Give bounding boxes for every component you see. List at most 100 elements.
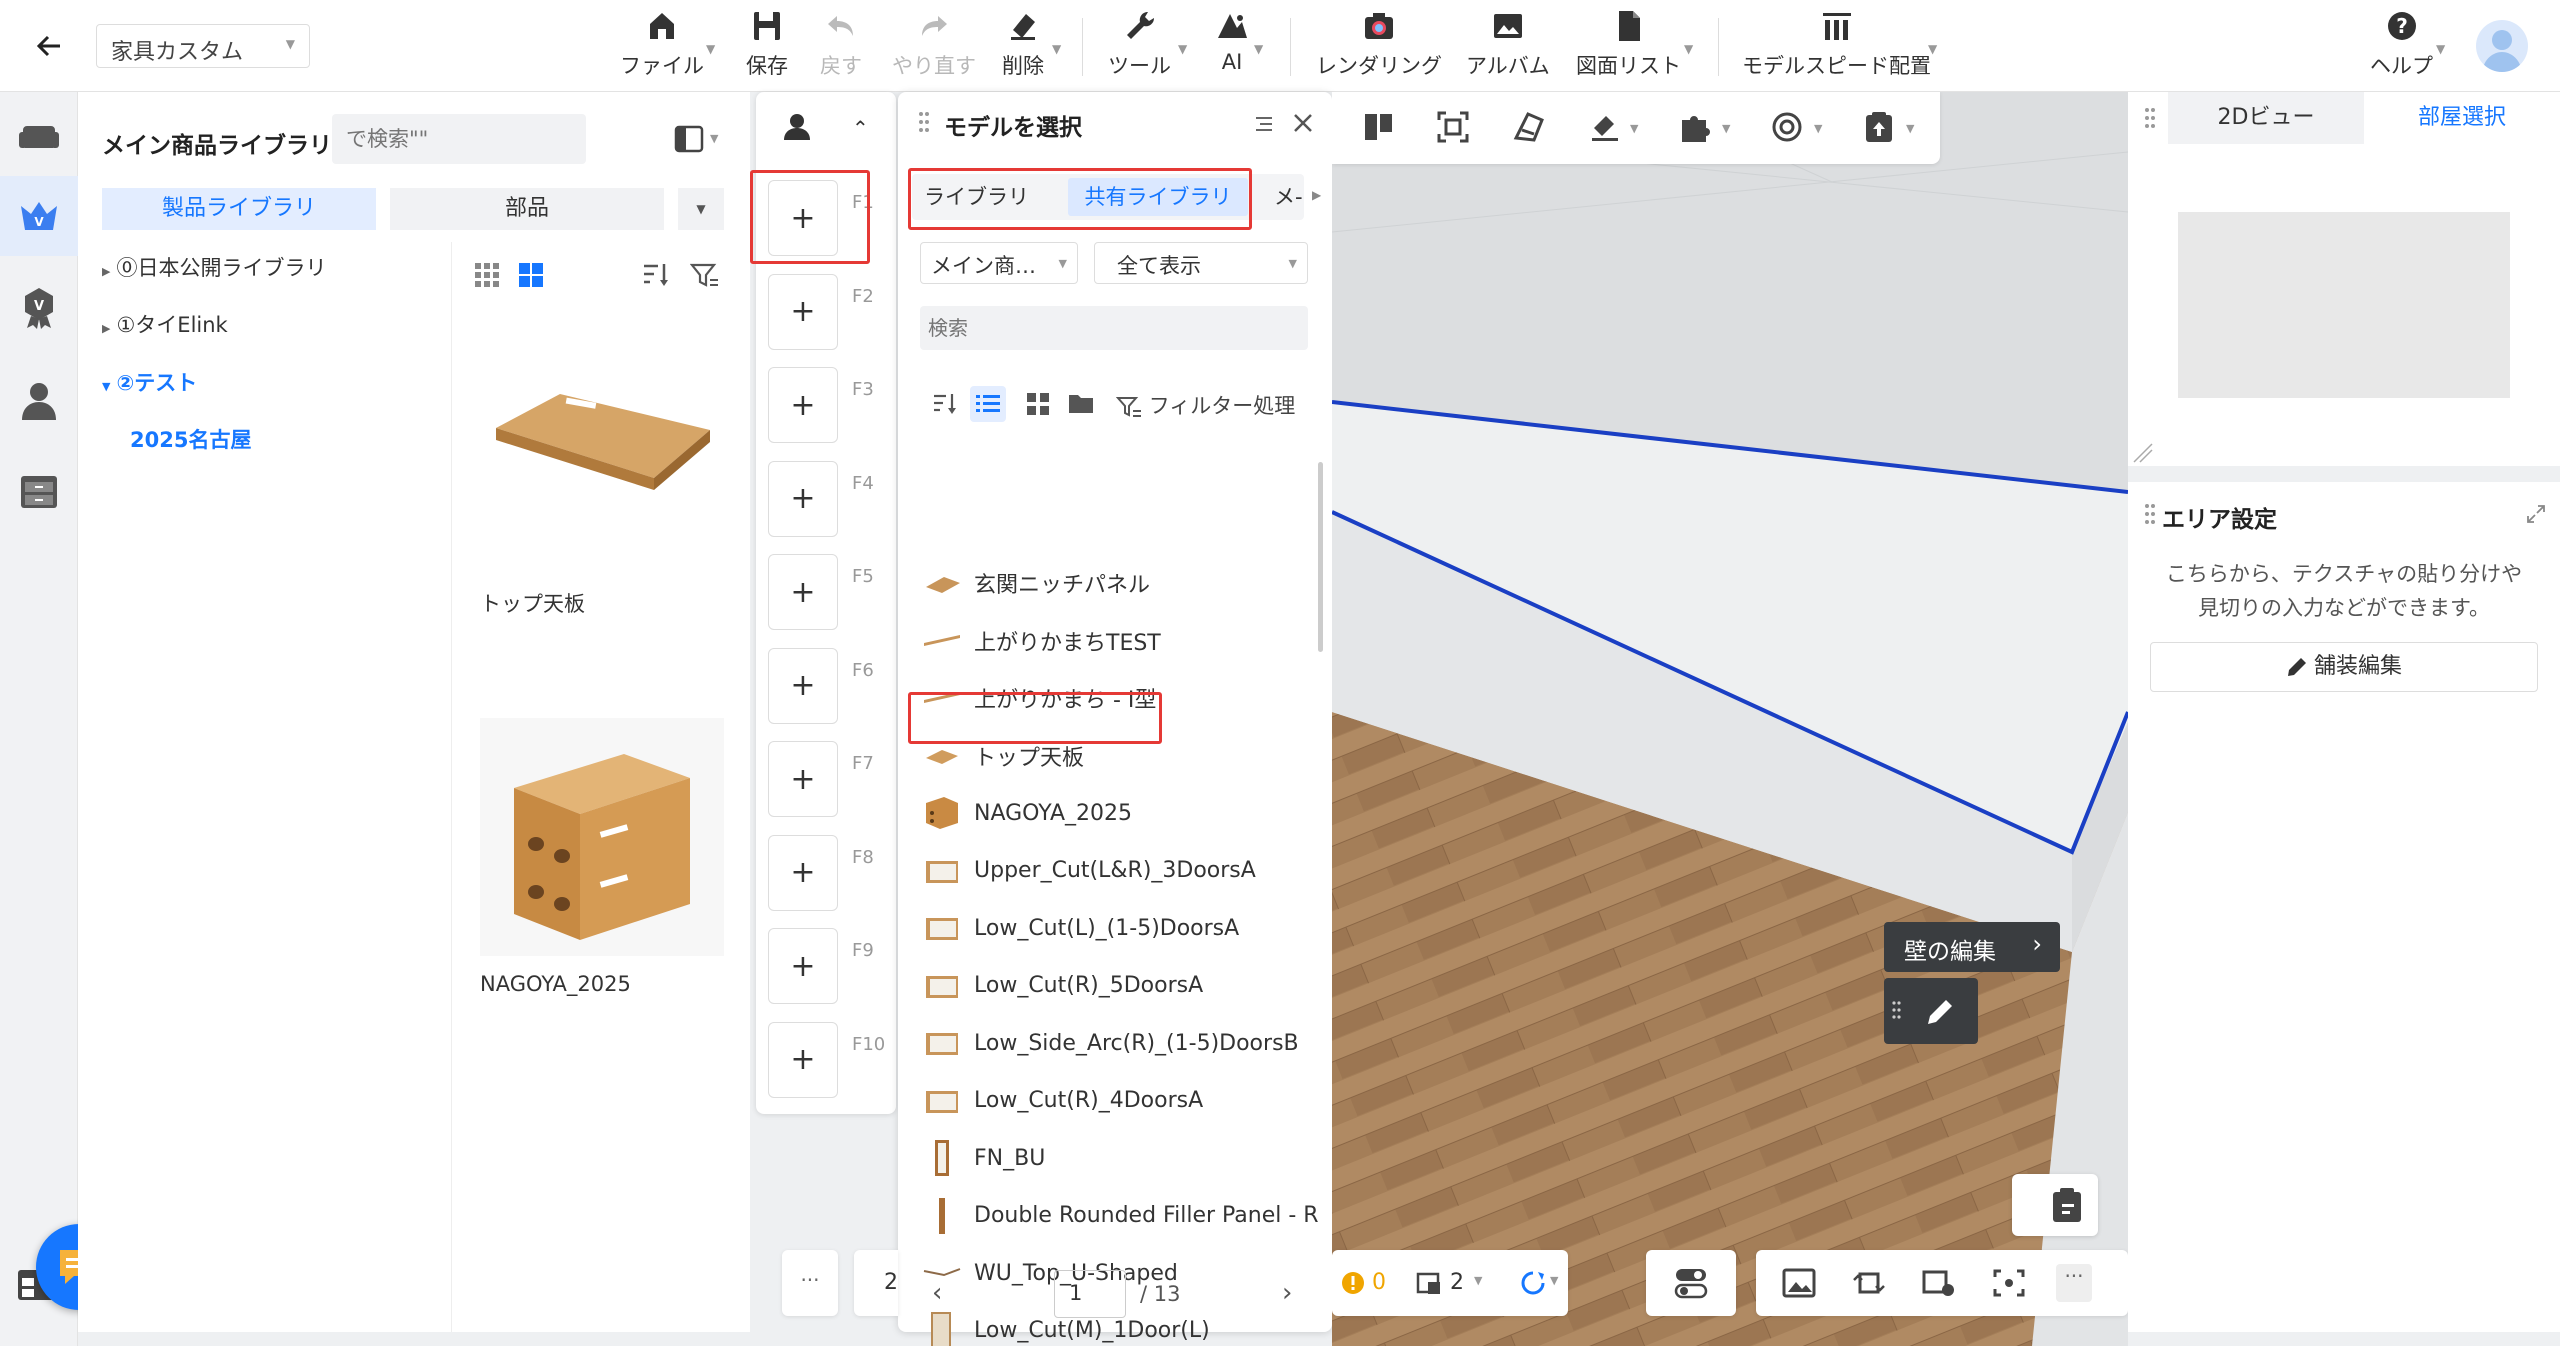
tree-item[interactable]: ▶ ①タイElink	[102, 309, 228, 339]
drag-handle-icon[interactable]	[2144, 502, 2156, 526]
drag-handle-icon[interactable]	[918, 110, 930, 136]
grid-small-icon[interactable]	[474, 262, 500, 288]
drag-handle-icon[interactable]	[2144, 106, 2156, 130]
more-icon[interactable]: ···	[782, 1250, 838, 1316]
expand-icon[interactable]	[2526, 504, 2546, 524]
folder-icon[interactable]	[1068, 392, 1094, 414]
tree-item-selected[interactable]: ▼ ②テスト	[102, 367, 197, 397]
panel-layout-icon[interactable]	[674, 124, 704, 154]
image-icon[interactable]	[1782, 1268, 1816, 1298]
fkey-add-button[interactable]: +	[768, 741, 838, 817]
model-list-item[interactable]: 上がりかまちTEST	[922, 616, 1322, 666]
chevron-up-icon[interactable]: ⌃	[852, 116, 869, 140]
clipboard-button[interactable]	[2012, 1174, 2098, 1236]
paint-icon[interactable]	[1588, 110, 1622, 144]
view-compare-icon[interactable]	[1852, 1268, 1886, 1298]
fit-view-icon[interactable]	[1436, 110, 1470, 144]
tabs-more-dropdown[interactable]: ▼	[678, 188, 724, 230]
toggle-button[interactable]	[1646, 1250, 1736, 1316]
fkey-add-button[interactable]: +	[768, 460, 838, 537]
grid-view-icon[interactable]	[1026, 392, 1050, 416]
list-menu-icon[interactable]	[1254, 114, 1274, 134]
toolbar-drawing-list-button[interactable]: 図面リスト	[1576, 8, 1681, 88]
tree-subitem[interactable]: 2025名古屋	[130, 424, 251, 454]
user-icon[interactable]	[17, 378, 61, 422]
cabinet-icon[interactable]	[17, 470, 61, 514]
more-icon[interactable]: ···	[2056, 1264, 2092, 1302]
model-search-input[interactable]	[920, 306, 1308, 350]
user-icon[interactable]	[782, 112, 812, 142]
grid-large-icon[interactable]	[518, 262, 544, 288]
toolbar-album-button[interactable]: アルバム	[1466, 8, 1550, 88]
arrow-left-icon[interactable]	[30, 26, 70, 66]
model-list-item[interactable]: NAGOYA_2025	[922, 788, 1322, 838]
library-filter-select[interactable]: メイン商… ▼	[920, 242, 1078, 284]
target-icon[interactable]	[1770, 110, 1804, 144]
toolbar-undo-button[interactable]: 戻す	[820, 8, 862, 88]
view-settings-icon[interactable]	[1922, 1268, 1956, 1298]
fkey-add-button[interactable]: +	[768, 554, 838, 630]
close-icon[interactable]	[1292, 112, 1314, 134]
puzzle-icon[interactable]	[1678, 110, 1712, 144]
fkey-add-button[interactable]: +	[768, 1021, 838, 1098]
project-select[interactable]: 家具カスタム ▼	[96, 24, 310, 68]
model-list-item[interactable]: Low_Cut(R)_4DoorsA	[922, 1076, 1322, 1126]
tab-more[interactable]: メ-	[1274, 174, 1302, 220]
toolbar-render-button[interactable]: レンダリング	[1316, 8, 1442, 88]
model-list-item[interactable]: Low_Cut(L)_(1-5)DoorsA	[922, 903, 1322, 953]
product-card[interactable]: NAGOYA_2025	[480, 718, 724, 1018]
fkey-add-button[interactable]: +	[768, 834, 838, 911]
display-filter-select[interactable]: 全て表示 ▼	[1094, 242, 1308, 284]
material-icon[interactable]	[1512, 110, 1546, 144]
room-count-icon[interactable]	[1416, 1270, 1442, 1296]
tree-item[interactable]: ▶ ⓪日本公開ライブラリ	[102, 252, 326, 282]
model-list-item[interactable]: FN_BU	[922, 1133, 1322, 1183]
toolbar-delete-button[interactable]: 削除	[1002, 8, 1044, 88]
next-page-icon[interactable]: ›	[1282, 1278, 1292, 1308]
resize-handle-icon[interactable]	[2132, 442, 2154, 464]
tab-product-library[interactable]: 製品ライブラリ	[102, 188, 376, 230]
prev-page-icon[interactable]: ‹	[932, 1278, 942, 1308]
model-list-item[interactable]: Low_Side_Arc(R)_(1-5)DoorsB	[922, 1018, 1322, 1068]
filter-button[interactable]: フィルター処理	[1116, 390, 1295, 420]
sofa-icon[interactable]	[17, 114, 61, 158]
toolbar-speed-layout-button[interactable]: モデルスピード配置	[1742, 8, 1931, 88]
warning-icon[interactable]	[1340, 1270, 1366, 1296]
model-list-item[interactable]: Double Rounded Filler Panel - R	[922, 1191, 1322, 1241]
paving-edit-button[interactable]: 舗装編集	[2150, 642, 2538, 692]
page-input[interactable]: 1	[1054, 1270, 1126, 1318]
vip-badge-icon[interactable]: V	[17, 286, 61, 330]
toolbar-save-button[interactable]: 保存	[746, 8, 788, 88]
focus-icon[interactable]	[1992, 1268, 2026, 1298]
fkey-add-button[interactable]: +	[768, 367, 838, 443]
sort-icon[interactable]	[932, 392, 958, 416]
product-card[interactable]: トップ天板	[480, 318, 724, 654]
tab-room-select[interactable]: 部屋選択	[2364, 92, 2560, 144]
toolbar-tool-button[interactable]: ツール	[1108, 8, 1171, 88]
crown-library-icon[interactable]: V	[17, 194, 61, 238]
model-list-item[interactable]: Upper_Cut(L&R)_3DoorsA	[922, 846, 1322, 896]
user-avatar-icon[interactable]	[2476, 20, 2528, 72]
toolbar-redo-button[interactable]: やり直す	[892, 8, 976, 88]
edit-pencil-button[interactable]	[1884, 978, 1978, 1044]
model-list-item[interactable]: 玄関ニッチパネル	[922, 558, 1322, 608]
sort-icon[interactable]	[642, 262, 670, 288]
scrollbar-thumb[interactable]	[1318, 462, 1323, 652]
toolbar-file-button[interactable]: ファイル	[620, 8, 704, 88]
help-button[interactable]: ? ヘルプ	[2370, 8, 2433, 88]
fkey-add-button[interactable]: +	[768, 928, 838, 1004]
fkey-add-button[interactable]: +	[768, 647, 838, 724]
list-view-button[interactable]	[970, 386, 1006, 422]
clipboard-up-icon[interactable]	[1862, 110, 1896, 144]
tab-2d-view[interactable]: 2Dビュー	[2168, 92, 2364, 144]
tab-parts[interactable]: 部品	[390, 188, 664, 230]
wall-edit-button[interactable]: 壁の編集 ›	[1884, 922, 2060, 972]
toolbar-ai-button[interactable]: AI	[1214, 8, 1250, 88]
fkey-add-button[interactable]: +	[768, 273, 838, 350]
model-list-item[interactable]: Low_Cut(R)_5DoorsA	[922, 961, 1322, 1011]
sync-icon[interactable]	[1520, 1270, 1546, 1296]
chevron-right-icon[interactable]: ▶	[1312, 188, 1321, 202]
3d-viewport[interactable]: 壁の編集 › ▼ ▼ ▼ ▼ 0 2 ▼ ▼ ···	[1332, 92, 2128, 1346]
filter-icon[interactable]	[690, 262, 720, 290]
wall-tool-icon[interactable]	[1362, 110, 1396, 144]
